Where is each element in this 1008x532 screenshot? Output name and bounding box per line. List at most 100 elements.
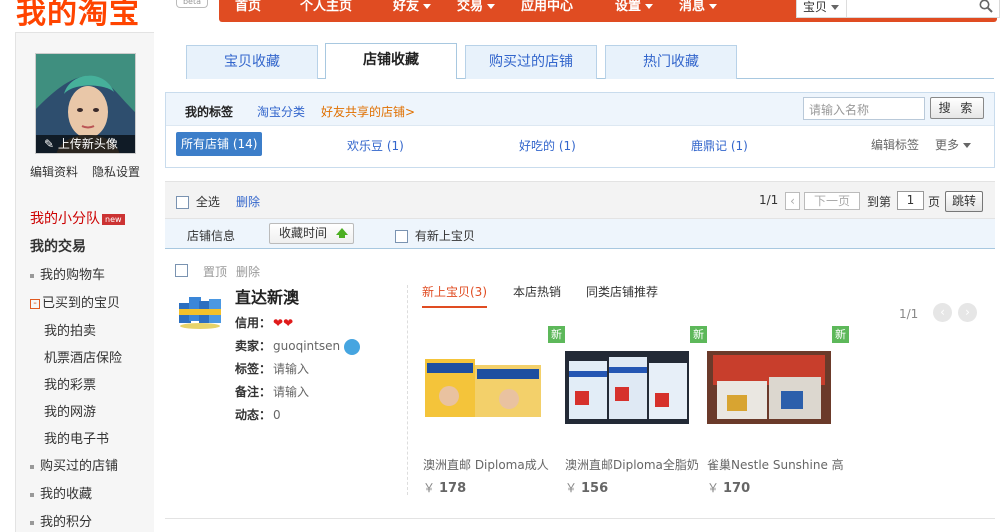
sidebar-item-games[interactable]: 我的网游 <box>44 401 96 420</box>
pin-link[interactable]: 置顶 <box>203 263 227 280</box>
chevron-down-icon <box>487 4 496 9</box>
nav-messages-label: 消息 <box>679 0 706 14</box>
arrow-up-icon <box>336 228 348 238</box>
new-items-checkbox[interactable] <box>395 230 408 243</box>
product-card[interactable]: 新 澳洲直邮 Diploma成人 ￥ 178 <box>423 326 565 496</box>
product-title[interactable]: 澳洲直邮Diploma全脂奶 <box>565 456 699 473</box>
sidebar-item-auction[interactable]: 我的拍卖 <box>44 320 96 339</box>
sidebar-item-label: 已买到的宝贝 <box>42 296 121 311</box>
my-team-link[interactable]: 我的小分队 new <box>30 208 125 228</box>
page-unit-label: 页 <box>928 195 941 209</box>
page-number-input[interactable]: 1 <box>897 191 924 210</box>
tab-store-favorites[interactable]: 店铺收藏 <box>325 43 457 79</box>
chevron-down-icon <box>423 4 432 9</box>
top-bar: 我的淘宝 beta 首页 个人主页 好友 交易 应用中心 设置 消息 宝贝 <box>0 0 1008 31</box>
nav-messages[interactable]: 消息 <box>679 0 718 18</box>
store-checkbox[interactable] <box>175 264 188 277</box>
privacy-settings-link[interactable]: 隐私设置 <box>92 163 140 180</box>
bulk-delete-link[interactable]: 删除 <box>236 193 260 210</box>
avatar[interactable]: ✎ 上传新头像 <box>35 53 136 154</box>
nav-app-center[interactable]: 应用中心 <box>521 0 573 18</box>
search-scope-select[interactable]: 宝贝 <box>797 0 847 17</box>
new-items-filter[interactable]: 有新上宝贝 <box>395 227 475 244</box>
product-title[interactable]: 澳洲直邮 Diploma成人 <box>423 456 549 473</box>
store-name[interactable]: 直达新澳 <box>235 284 299 308</box>
my-tags-label[interactable]: 我的标签 <box>185 103 233 120</box>
select-all-control[interactable]: 全选 <box>176 193 220 210</box>
tab-hot-favorites[interactable]: 热门收藏 <box>605 45 737 79</box>
tag-input[interactable]: 请输入 <box>273 362 309 376</box>
select-all-checkbox[interactable] <box>176 196 189 209</box>
nav-home[interactable]: 首页 <box>235 0 261 18</box>
tag-chip-huanledou[interactable]: 欢乐豆 (1) <box>347 137 404 154</box>
nav-settings[interactable]: 设置 <box>615 0 654 18</box>
sidebar-item-travel[interactable]: 机票酒店保险 <box>44 347 122 366</box>
product-card[interactable]: 新 雀巢Nestle Sunshine 高 ￥ 170 <box>707 326 849 496</box>
product-card[interactable]: 新 澳洲直邮Diploma全脂奶 ￥ 156 <box>565 326 707 496</box>
tab-similar-stores[interactable]: 同类店铺推荐 <box>586 283 658 300</box>
chevron-right-icon[interactable]: › <box>958 303 977 322</box>
taobao-category-link[interactable]: 淘宝分类 <box>257 103 305 120</box>
next-page-label: 下一页 <box>813 194 850 208</box>
store-activity: 动态： 0 <box>235 406 281 423</box>
divider <box>407 285 408 495</box>
seller-name[interactable]: guoqintsen <box>273 339 340 353</box>
edit-tags-link[interactable]: 编辑标签 <box>871 136 919 153</box>
nav-trade[interactable]: 交易 <box>457 0 496 18</box>
sidebar-item-cart[interactable]: 我的购物车 <box>30 264 105 283</box>
prev-page-button[interactable]: ‹ <box>785 192 800 210</box>
collapse-icon[interactable]: - <box>30 298 40 309</box>
chevron-left-icon[interactable]: ‹ <box>933 303 952 322</box>
note-label: 备注： <box>235 385 272 399</box>
product-image[interactable] <box>707 351 831 424</box>
product-price: ￥ 156 <box>565 479 608 496</box>
upload-avatar-button[interactable]: ✎ 上传新头像 <box>36 135 135 153</box>
goto-label: 到第 <box>867 195 892 209</box>
sidebar-item-purchased[interactable]: - 已买到的宝贝 <box>30 292 120 311</box>
store-delete-link[interactable]: 删除 <box>236 263 260 280</box>
my-trade-heading: 我的交易 <box>30 239 86 255</box>
heart-icon: ❤❤ <box>273 316 294 330</box>
new-badge: new <box>102 213 125 225</box>
tab-new-items[interactable]: 新上宝贝(3) <box>422 283 487 308</box>
new-tag: 新 <box>548 326 565 343</box>
product-title[interactable]: 雀巢Nestle Sunshine 高 <box>707 456 844 473</box>
tag-chip-ludingji[interactable]: 鹿鼎记 (1) <box>691 137 748 154</box>
upload-avatar-label: 上传新头像 <box>57 137 118 151</box>
tab-item-favorites[interactable]: 宝贝收藏 <box>186 45 318 79</box>
nav-personal-page[interactable]: 个人主页 <box>300 0 352 18</box>
jump-button[interactable]: 跳转 <box>945 191 983 212</box>
sidebar-item-lottery[interactable]: 我的彩票 <box>44 374 96 393</box>
sidebar-item-favorites[interactable]: 我的收藏 <box>30 483 92 502</box>
product-image[interactable] <box>565 351 689 424</box>
currency-symbol: ￥ <box>707 481 720 495</box>
my-team-label: 我的小分队 <box>30 211 100 227</box>
taobao-logo[interactable]: 我的淘宝 <box>16 0 140 32</box>
activity-label: 动态： <box>235 408 272 422</box>
more-dropdown[interactable]: 更多 <box>935 136 972 153</box>
friends-shared-link[interactable]: 好友共享的店铺> <box>321 103 415 120</box>
sidebar-item-bought-stores[interactable]: 购买过的店铺 <box>30 455 118 474</box>
sidebar-item-points[interactable]: 我的积分 <box>30 511 92 530</box>
tab-bought-stores[interactable]: 购买过的店铺 <box>465 45 597 79</box>
note-input[interactable]: 请输入 <box>273 385 309 399</box>
nav-trade-label: 交易 <box>457 0 484 14</box>
product-image[interactable] <box>423 351 547 424</box>
tag-chip-all[interactable]: 所有店铺 (14) <box>176 132 263 156</box>
search-icon[interactable] <box>979 0 993 16</box>
tag-search-input[interactable]: 请输入名称 <box>803 97 925 120</box>
sidebar-item-label: 我的积分 <box>40 515 93 530</box>
nav-friends[interactable]: 好友 <box>393 0 432 18</box>
sidebar-item-ebooks[interactable]: 我的电子书 <box>44 428 109 447</box>
tag-search-button[interactable]: 搜 索 <box>930 97 984 119</box>
sidebar-item-label: 我的购物车 <box>40 268 106 283</box>
next-page-button[interactable]: 下一页 <box>804 192 860 210</box>
tag-chip-haochi[interactable]: 好吃的 (1) <box>519 137 576 154</box>
store-logo[interactable] <box>177 291 223 331</box>
sort-by-time-button[interactable]: 收藏时间 <box>269 223 354 244</box>
tab-hot-items[interactable]: 本店热销 <box>513 283 561 300</box>
edit-profile-link[interactable]: 编辑资料 <box>30 163 78 180</box>
list-toolbar: 全选 删除 1/1 ‹ 下一页 到第 1 页 跳转 <box>165 181 995 219</box>
bullet-icon <box>30 273 34 278</box>
wangwang-icon[interactable] <box>343 338 360 355</box>
